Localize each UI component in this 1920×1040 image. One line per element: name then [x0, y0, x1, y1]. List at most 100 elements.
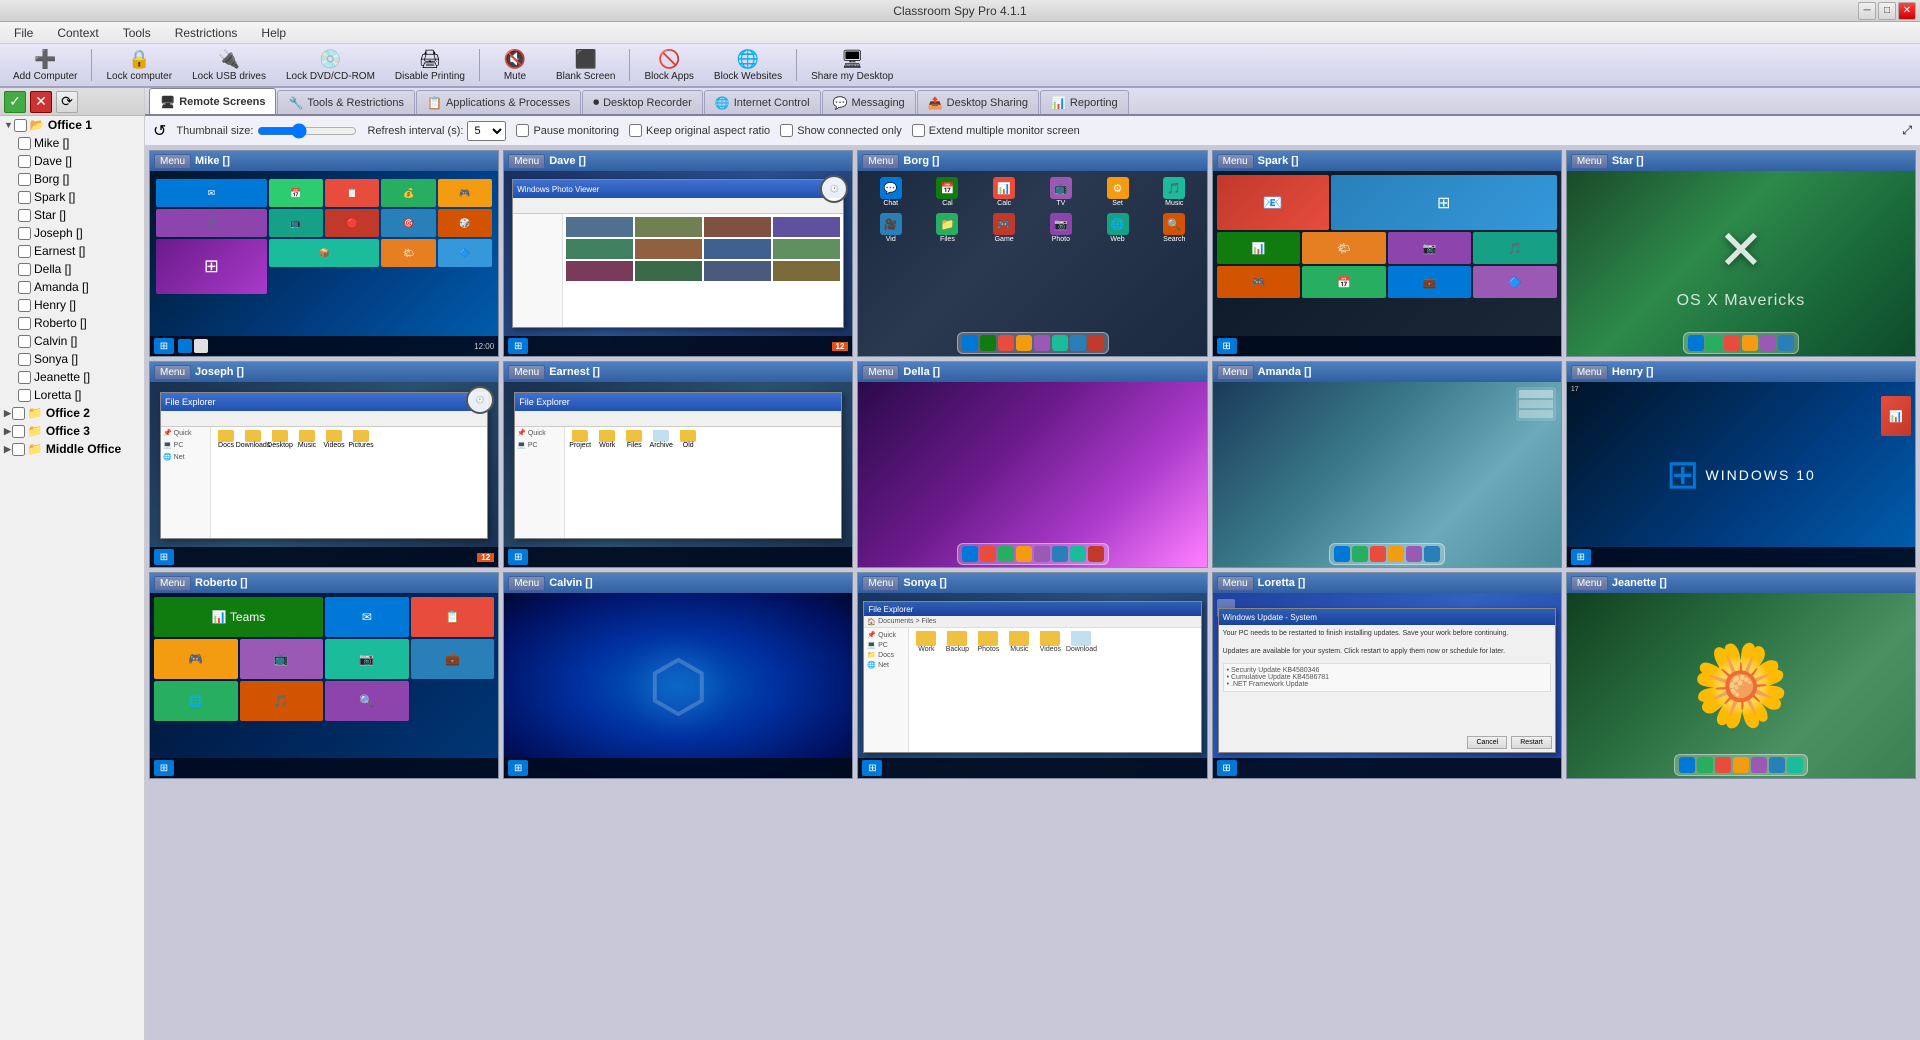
add-computer-button[interactable]: ➕ Add Computer [4, 46, 86, 84]
menu-help[interactable]: Help [255, 24, 292, 42]
keep-aspect-checkbox[interactable] [629, 124, 642, 137]
sidebar-check-btn[interactable]: ✓ [4, 91, 26, 113]
screen-star-menu[interactable]: Menu [1571, 154, 1608, 169]
lock-usb-button[interactable]: 🔌 Lock USB drives [183, 46, 275, 84]
share-desktop-button[interactable]: 🖥 Share my Desktop [802, 46, 902, 84]
screen-earnest-menu[interactable]: Menu [508, 365, 545, 380]
jeanette-dock [1674, 754, 1808, 776]
earnest-start-btn: ⊞ [508, 549, 528, 565]
lock-dvd-button[interactable]: 💿 Lock DVD/CD-ROM [277, 46, 384, 84]
tree-item-borg[interactable]: Borg [] [14, 170, 144, 188]
screen-henry-menu[interactable]: Menu [1571, 365, 1608, 380]
screen-amanda-menu[interactable]: Menu [1217, 365, 1254, 380]
roberto-checkbox[interactable] [18, 317, 31, 330]
screen-dave-menu[interactable]: Menu [508, 154, 545, 169]
tab-internet-control[interactable]: 🌐 Internet Control [704, 90, 821, 114]
della-checkbox[interactable] [18, 263, 31, 276]
tab-remote-screens[interactable]: 🖥 Remote Screens [149, 88, 276, 114]
tree-item-amanda[interactable]: Amanda [] [14, 278, 144, 296]
blank-screen-button[interactable]: ⬛ Blank Screen [547, 46, 624, 84]
group-office2-checkbox[interactable] [12, 407, 25, 420]
maximize-button[interactable]: □ [1878, 2, 1896, 20]
mute-button[interactable]: 🔇 Mute [485, 46, 545, 84]
tree-item-earnest[interactable]: Earnest [] [14, 242, 144, 260]
tree-item-della[interactable]: Della [] [14, 260, 144, 278]
tree-item-star[interactable]: Star [] [14, 206, 144, 224]
tab-applications[interactable]: 📋 Applications & Processes [416, 90, 581, 114]
group-middle-checkbox[interactable] [12, 443, 25, 456]
minimize-button[interactable]: ─ [1858, 2, 1876, 20]
tree-item-dave[interactable]: Dave [] [14, 152, 144, 170]
screen-mike-name: Mike [] [195, 155, 230, 167]
loretta-restart-btn[interactable]: Restart [1511, 736, 1552, 749]
henry-checkbox[interactable] [18, 299, 31, 312]
show-connected-checkbox[interactable] [780, 124, 793, 137]
tree-item-jeanette[interactable]: Jeanette [] [14, 368, 144, 386]
tab-tools-restrictions[interactable]: 🔧 Tools & Restrictions [277, 90, 415, 114]
tree-item-joseph[interactable]: Joseph [] [14, 224, 144, 242]
screen-della-menu[interactable]: Menu [862, 365, 899, 380]
joseph-checkbox[interactable] [18, 227, 31, 240]
spark-checkbox[interactable] [18, 191, 31, 204]
expand-icon[interactable]: ⤢ [1902, 123, 1912, 138]
screen-della-desktop [858, 382, 1206, 567]
menu-file[interactable]: File [8, 24, 39, 42]
tree-group-office3[interactable]: ▶ 📁 Office 3 [0, 422, 144, 440]
borg-checkbox[interactable] [18, 173, 31, 186]
window-controls[interactable]: ─ □ ✕ [1858, 2, 1916, 20]
screen-loretta-menu[interactable]: Menu [1217, 576, 1254, 591]
screen-sonya-menu[interactable]: Menu [862, 576, 899, 591]
menu-restrictions[interactable]: Restrictions [169, 24, 244, 42]
star-checkbox[interactable] [18, 209, 31, 222]
group-office1-checkbox[interactable] [14, 119, 27, 132]
screen-roberto-menu[interactable]: Menu [154, 576, 191, 591]
tab-messaging[interactable]: 💬 Messaging [822, 90, 916, 114]
earnest-checkbox[interactable] [18, 245, 31, 258]
block-apps-button[interactable]: 🚫 Block Apps [635, 46, 702, 84]
dave-checkbox[interactable] [18, 155, 31, 168]
lock-computer-button[interactable]: 🔒 Lock computer [97, 46, 181, 84]
menu-tools[interactable]: Tools [117, 24, 157, 42]
extend-monitor-checkbox[interactable] [912, 124, 925, 137]
disable-printing-button[interactable]: 🖨 Disable Printing [386, 46, 474, 84]
thumbnail-size-slider[interactable] [257, 123, 357, 139]
jeanette-checkbox[interactable] [18, 371, 31, 384]
group-office3-checkbox[interactable] [12, 425, 25, 438]
loretta-cancel-btn[interactable]: Cancel [1467, 736, 1507, 749]
tree-group-office1[interactable]: ▼ 📂 Office 1 [0, 116, 144, 134]
refresh-arrow[interactable]: ↺ [153, 121, 166, 141]
sonya-checkbox[interactable] [18, 353, 31, 366]
menu-context[interactable]: Context [51, 24, 104, 42]
block-websites-button[interactable]: 🌐 Block Websites [705, 46, 791, 84]
star-dock-3 [1724, 335, 1740, 351]
tree-item-roberto[interactable]: Roberto [] [14, 314, 144, 332]
tree-group-middle[interactable]: ▶ 📁 Middle Office [0, 440, 144, 458]
tree-group-office2[interactable]: ▶ 📁 Office 2 [0, 404, 144, 422]
loretta-checkbox[interactable] [18, 389, 31, 402]
tree-item-henry[interactable]: Henry [] [14, 296, 144, 314]
pause-monitoring-checkbox[interactable] [516, 124, 529, 137]
screen-borg-menu[interactable]: Menu [862, 154, 899, 169]
tree-item-mike[interactable]: Mike [] [14, 134, 144, 152]
calvin-checkbox[interactable] [18, 335, 31, 348]
sidebar-refresh-btn[interactable]: ⟳ [56, 91, 78, 113]
amanda-checkbox[interactable] [18, 281, 31, 294]
mike-checkbox[interactable] [18, 137, 31, 150]
screen-jeanette-menu[interactable]: Menu [1571, 576, 1608, 591]
tree-item-sonya[interactable]: Sonya [] [14, 350, 144, 368]
screen-mike-menu[interactable]: Menu [154, 154, 191, 169]
tab-reporting[interactable]: 📊 Reporting [1040, 90, 1129, 114]
tab-desktop-sharing[interactable]: 📤 Desktop Sharing [917, 90, 1039, 114]
tree-item-calvin[interactable]: Calvin [] [14, 332, 144, 350]
grid-row-2: Menu Joseph [] File Explorer 📌 Quick [149, 361, 1916, 568]
screen-calvin-menu[interactable]: Menu [508, 576, 545, 591]
tab-desktop-recorder[interactable]: ⏺ Desktop Recorder [582, 90, 703, 114]
sidebar-x-btn[interactable]: ✕ [30, 91, 52, 113]
screen-joseph-menu[interactable]: Menu [154, 365, 191, 380]
screen-loretta-body: Windows Update - System Your PC needs to… [1213, 593, 1561, 778]
refresh-interval-select[interactable]: 5 10 30 [467, 121, 506, 141]
close-button[interactable]: ✕ [1898, 2, 1916, 20]
tree-item-spark[interactable]: Spark [] [14, 188, 144, 206]
screen-spark-menu[interactable]: Menu [1217, 154, 1254, 169]
tree-item-loretta[interactable]: Loretta [] [14, 386, 144, 404]
